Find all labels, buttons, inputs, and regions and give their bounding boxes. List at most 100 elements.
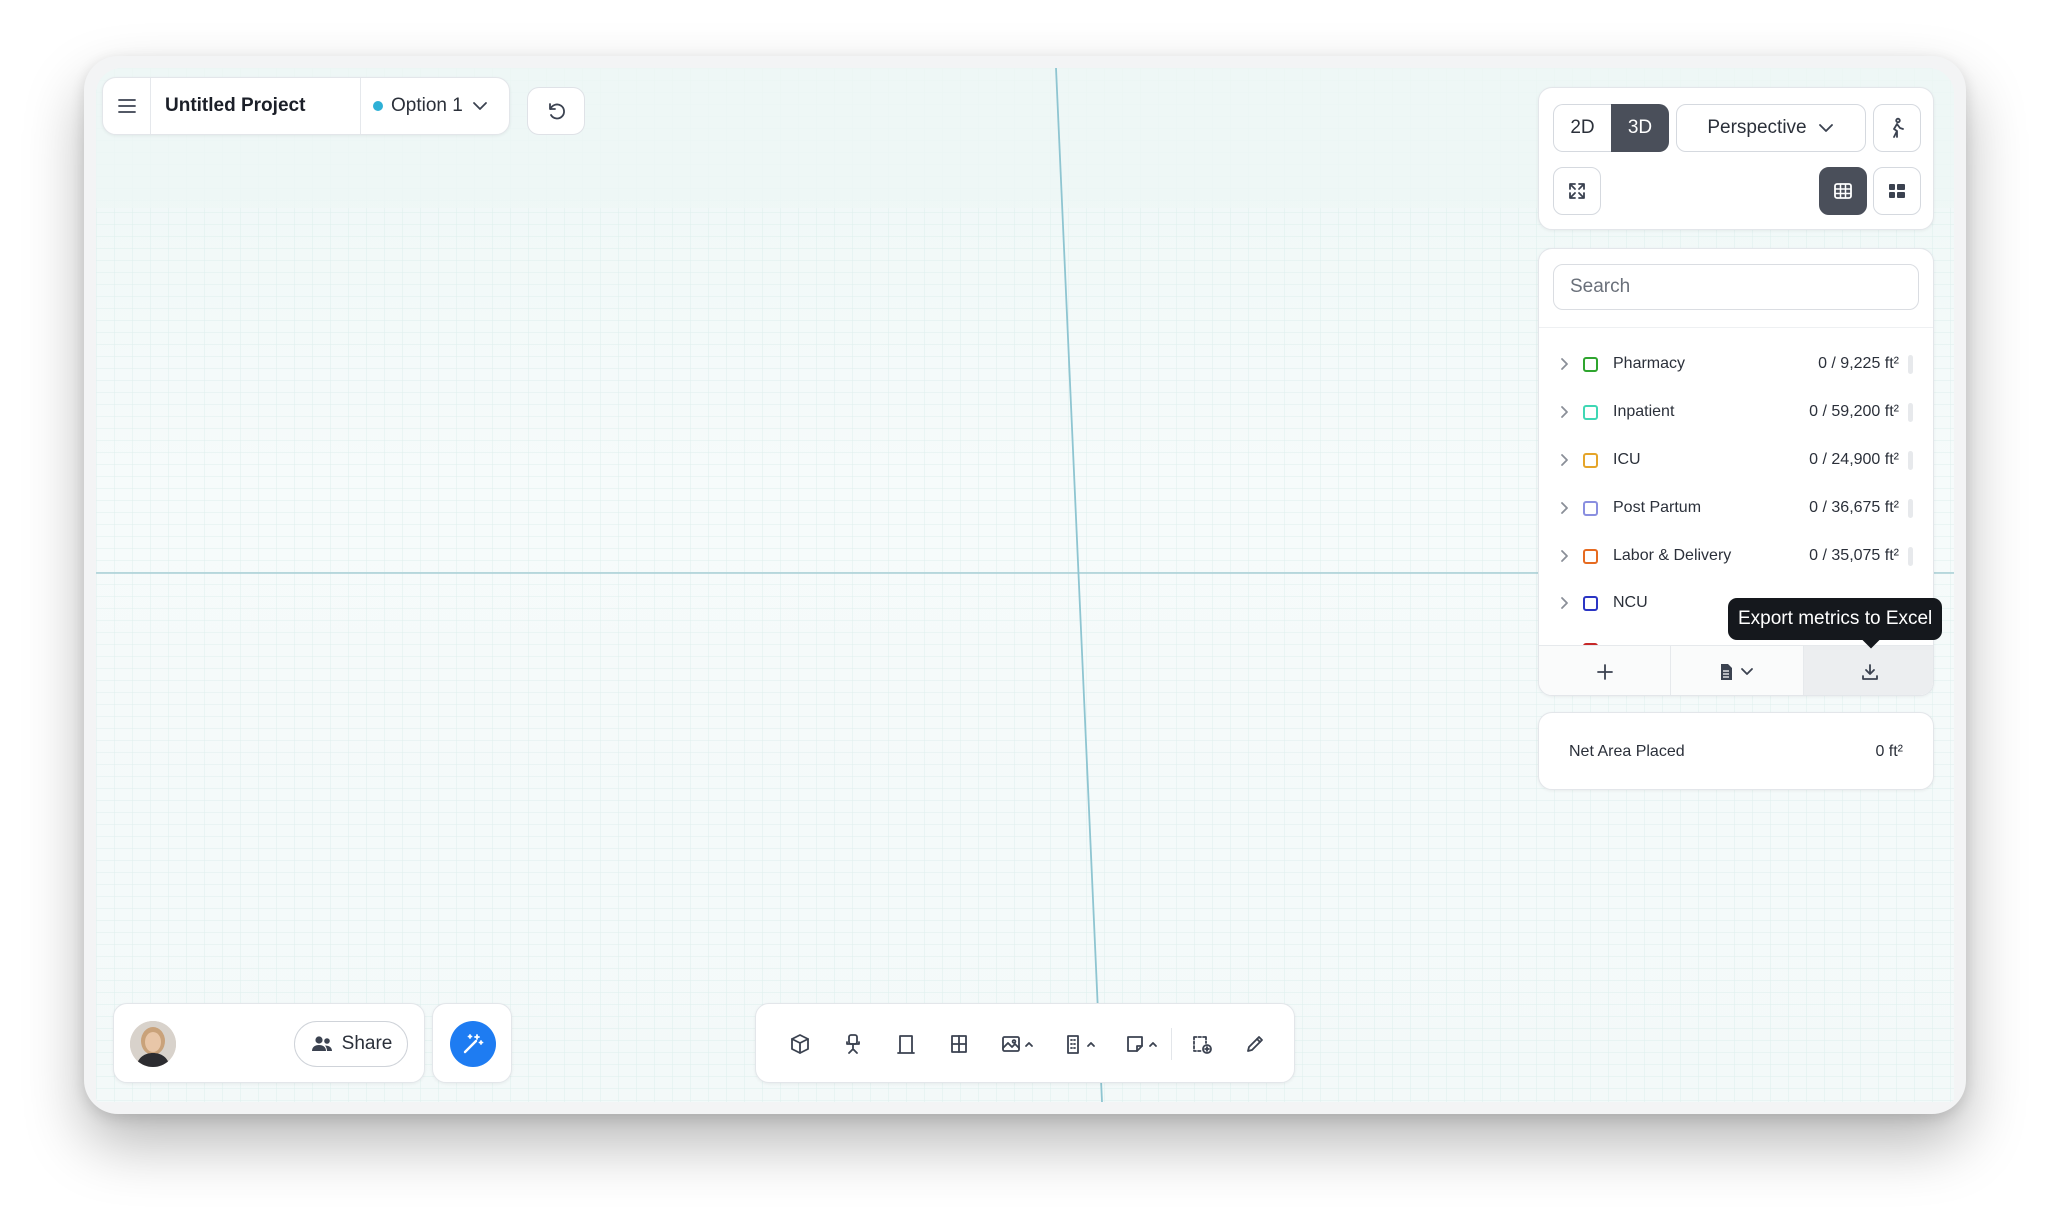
- note-tool[interactable]: [1116, 1022, 1166, 1066]
- chevron-right-icon[interactable]: [1559, 549, 1569, 563]
- search-input[interactable]: [1553, 264, 1919, 310]
- progress-bar: [1908, 499, 1913, 518]
- mode-3d-button[interactable]: 3D: [1611, 104, 1669, 152]
- add-program-button[interactable]: [1539, 646, 1671, 695]
- door-icon: [897, 1035, 915, 1054]
- list-footer: [1539, 645, 1933, 695]
- box-icon: [791, 1034, 809, 1054]
- chevron-up-icon: [1149, 1042, 1157, 1047]
- chevron-right-icon[interactable]: [1559, 405, 1569, 419]
- image-tool[interactable]: [992, 1022, 1042, 1066]
- share-label: Share: [341, 1033, 393, 1054]
- collaboration-panel: Share: [113, 1003, 425, 1083]
- door-tool[interactable]: [884, 1022, 928, 1066]
- toolbar-divider: [1171, 1028, 1172, 1060]
- progress-bar: [1908, 547, 1913, 566]
- program-name: Inpatient: [1613, 403, 1675, 420]
- program-area: 0 / 36,675 ft²: [1809, 499, 1899, 516]
- project-title[interactable]: Untitled Project: [165, 78, 305, 134]
- room-add-icon: [1193, 1036, 1212, 1054]
- project-bar: Untitled Project Option 1: [102, 77, 510, 135]
- color-swatch: [1583, 501, 1598, 516]
- program-area: 0 / 35,075 ft²: [1809, 547, 1899, 564]
- note-icon: [1127, 1036, 1143, 1052]
- program-name: Pharmacy: [1613, 355, 1686, 372]
- magic-wand-icon: [463, 1034, 484, 1054]
- net-area-label: Net Area Placed: [1569, 743, 1685, 760]
- program-row[interactable]: Inpatient 0 / 59,200 ft²: [1539, 392, 1933, 432]
- chevron-down-icon: [1818, 124, 1833, 132]
- building-icon: [1067, 1035, 1079, 1054]
- view-controls: 2D 3D Perspective: [1538, 87, 1934, 230]
- program-area: 0 / 24,900 ft²: [1809, 451, 1899, 468]
- window-icon: [951, 1035, 967, 1053]
- hamburger-icon: [117, 99, 136, 113]
- chevron-right-icon[interactable]: [1559, 501, 1569, 515]
- chevron-up-icon: [1087, 1042, 1095, 1047]
- program-area: 0 / 59,200 ft²: [1809, 403, 1899, 420]
- pencil-tool[interactable]: [1233, 1022, 1277, 1066]
- export-excel-button[interactable]: [1804, 646, 1933, 695]
- chevron-up-icon: [1025, 1042, 1033, 1047]
- option-color-dot: [373, 101, 383, 111]
- download-icon: [1861, 664, 1878, 680]
- option-dropdown[interactable]: Option 1: [373, 78, 489, 134]
- divider: [360, 78, 361, 134]
- progress-bar: [1908, 355, 1913, 374]
- progress-bar: [1908, 403, 1913, 422]
- document-icon: [1721, 664, 1732, 680]
- image-icon: [1002, 1036, 1020, 1052]
- camera-label: Perspective: [1707, 117, 1807, 138]
- menu-button[interactable]: [103, 78, 151, 134]
- chair-icon: [846, 1034, 860, 1054]
- expand-icon: [1569, 183, 1585, 199]
- avatar[interactable]: [130, 1021, 176, 1067]
- furniture-tool[interactable]: [831, 1022, 875, 1066]
- net-area-value: 0 ft²: [1875, 743, 1903, 760]
- add-room-tool[interactable]: [1180, 1022, 1224, 1066]
- camera-dropdown[interactable]: Perspective: [1676, 104, 1866, 152]
- list-layout-button[interactable]: [1873, 167, 1921, 215]
- color-swatch: [1583, 596, 1598, 611]
- program-name: Labor & Delivery: [1613, 547, 1732, 564]
- program-row[interactable]: ICU 0 / 24,900 ft²: [1539, 440, 1933, 480]
- walk-icon: [1893, 117, 1904, 138]
- chevron-down-icon: [472, 102, 487, 110]
- chevron-right-icon[interactable]: [1559, 357, 1569, 371]
- progress-bar: [1908, 451, 1913, 470]
- color-swatch: [1583, 357, 1598, 372]
- program-name: NCU: [1613, 594, 1648, 611]
- plus-icon: [1596, 664, 1613, 680]
- undo-icon: [549, 103, 565, 120]
- chevron-down-icon: [1741, 668, 1753, 675]
- color-swatch: [1583, 405, 1598, 420]
- undo-button[interactable]: [527, 87, 585, 135]
- option-label: Option 1: [391, 95, 463, 116]
- mode-2d-button[interactable]: 2D: [1553, 104, 1611, 152]
- pencil-icon: [1247, 1036, 1263, 1052]
- color-swatch: [1583, 549, 1598, 564]
- chevron-right-icon[interactable]: [1559, 596, 1569, 610]
- share-button[interactable]: Share: [294, 1021, 408, 1067]
- program-row[interactable]: Pharmacy 0 / 9,225 ft²: [1539, 344, 1933, 384]
- mass-tool[interactable]: [778, 1022, 822, 1066]
- tools-toolbar: [755, 1003, 1295, 1083]
- program-name: ICU: [1613, 451, 1641, 468]
- ai-magic-button[interactable]: [450, 1021, 496, 1067]
- color-swatch: [1583, 453, 1598, 468]
- user-photo: [130, 1021, 176, 1067]
- chevron-right-icon[interactable]: [1559, 453, 1569, 467]
- window-tool[interactable]: [937, 1022, 981, 1066]
- document-menu-button[interactable]: [1671, 646, 1804, 695]
- program-row[interactable]: Labor & Delivery 0 / 35,075 ft²: [1539, 536, 1933, 576]
- net-area-panel: Net Area Placed 0 ft²: [1538, 712, 1934, 790]
- users-icon: [311, 1036, 332, 1051]
- fullscreen-button[interactable]: [1553, 167, 1601, 215]
- program-row[interactable]: Post Partum 0 / 36,675 ft²: [1539, 488, 1933, 528]
- building-tool[interactable]: [1054, 1022, 1104, 1066]
- dashboard-icon: [1889, 184, 1905, 198]
- grid-layout-button[interactable]: [1819, 167, 1867, 215]
- walk-mode-button[interactable]: [1873, 104, 1921, 152]
- program-name: Post Partum: [1613, 499, 1702, 516]
- program-area: 0 / 9,225 ft²: [1818, 355, 1899, 372]
